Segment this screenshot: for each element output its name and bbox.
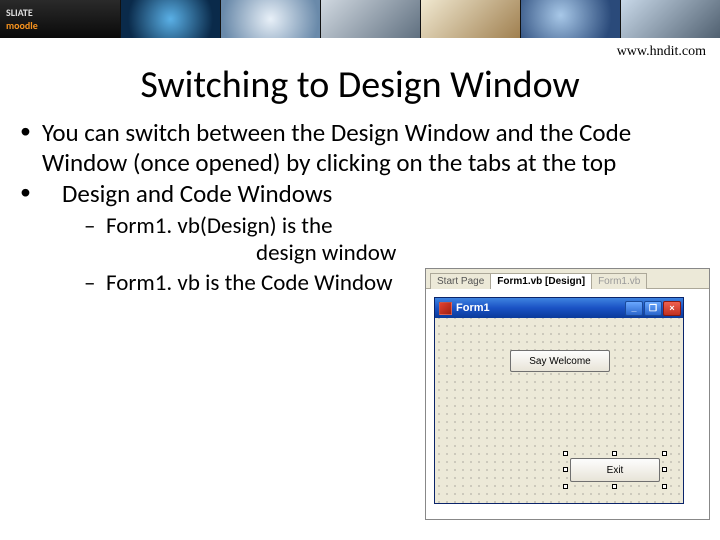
form-icon — [439, 302, 452, 315]
tab-form-design[interactable]: Form1.vb [Design] — [490, 273, 592, 289]
banner-image — [320, 0, 420, 38]
resize-handle-icon[interactable] — [563, 451, 568, 456]
minimize-button[interactable]: _ — [625, 301, 643, 316]
bullet-text: Design and Code Windows — [62, 178, 332, 209]
bullet-item: You can switch between the Design Window… — [18, 118, 702, 177]
form-title: Form1 — [456, 302, 490, 314]
resize-handle-icon[interactable] — [612, 451, 617, 456]
resize-handle-icon[interactable] — [662, 467, 667, 472]
logo: SLIATE moodle — [0, 0, 120, 38]
header-banner: SLIATE moodle — [0, 0, 720, 38]
url-text: www.hndit.com — [0, 38, 720, 60]
resize-handle-icon[interactable] — [563, 467, 568, 472]
tab-form-code[interactable]: Form1.vb — [591, 273, 647, 289]
vb-form-window: Form1 _ ❐ × Say Welcome Exit — [434, 297, 684, 504]
sub-bullet-text: Form1. vb(Design) is the — [106, 212, 333, 240]
vb-form-body: Say Welcome Exit — [435, 318, 683, 503]
logo-text-2: moodle — [6, 19, 38, 32]
banner-image — [520, 0, 620, 38]
vb-titlebar: Form1 _ ❐ × — [435, 298, 683, 318]
banner-image — [620, 0, 720, 38]
vb-designer-screenshot: Start Page Form1.vb [Design] Form1.vb Fo… — [425, 268, 710, 520]
banner-image — [220, 0, 320, 38]
selection-handles — [566, 454, 664, 486]
maximize-button[interactable]: ❐ — [644, 301, 662, 316]
logo-text-1: SLIATE — [6, 6, 33, 19]
resize-handle-icon[interactable] — [563, 484, 568, 489]
bullet-text: You can switch between the Design Window… — [42, 117, 631, 178]
resize-handle-icon[interactable] — [662, 451, 667, 456]
resize-handle-icon[interactable] — [662, 484, 667, 489]
say-welcome-button[interactable]: Say Welcome — [510, 350, 610, 372]
banner-image — [420, 0, 520, 38]
close-button[interactable]: × — [663, 301, 681, 316]
vb-tab-strip: Start Page Form1.vb [Design] Form1.vb — [426, 269, 709, 289]
vb-workarea: Form1 _ ❐ × Say Welcome Exit — [426, 289, 709, 519]
sub-bullet-text-line2: design window — [106, 240, 702, 268]
sub-bullet-text: Form1. vb is the Code Window — [106, 269, 393, 297]
resize-handle-icon[interactable] — [612, 484, 617, 489]
banner-images — [120, 0, 720, 38]
tab-start-page[interactable]: Start Page — [430, 273, 491, 289]
sub-bullet-item: Form1. vb(Design) is the design window — [62, 213, 702, 268]
page-title: Switching to Design Window — [0, 62, 720, 108]
banner-image — [120, 0, 220, 38]
